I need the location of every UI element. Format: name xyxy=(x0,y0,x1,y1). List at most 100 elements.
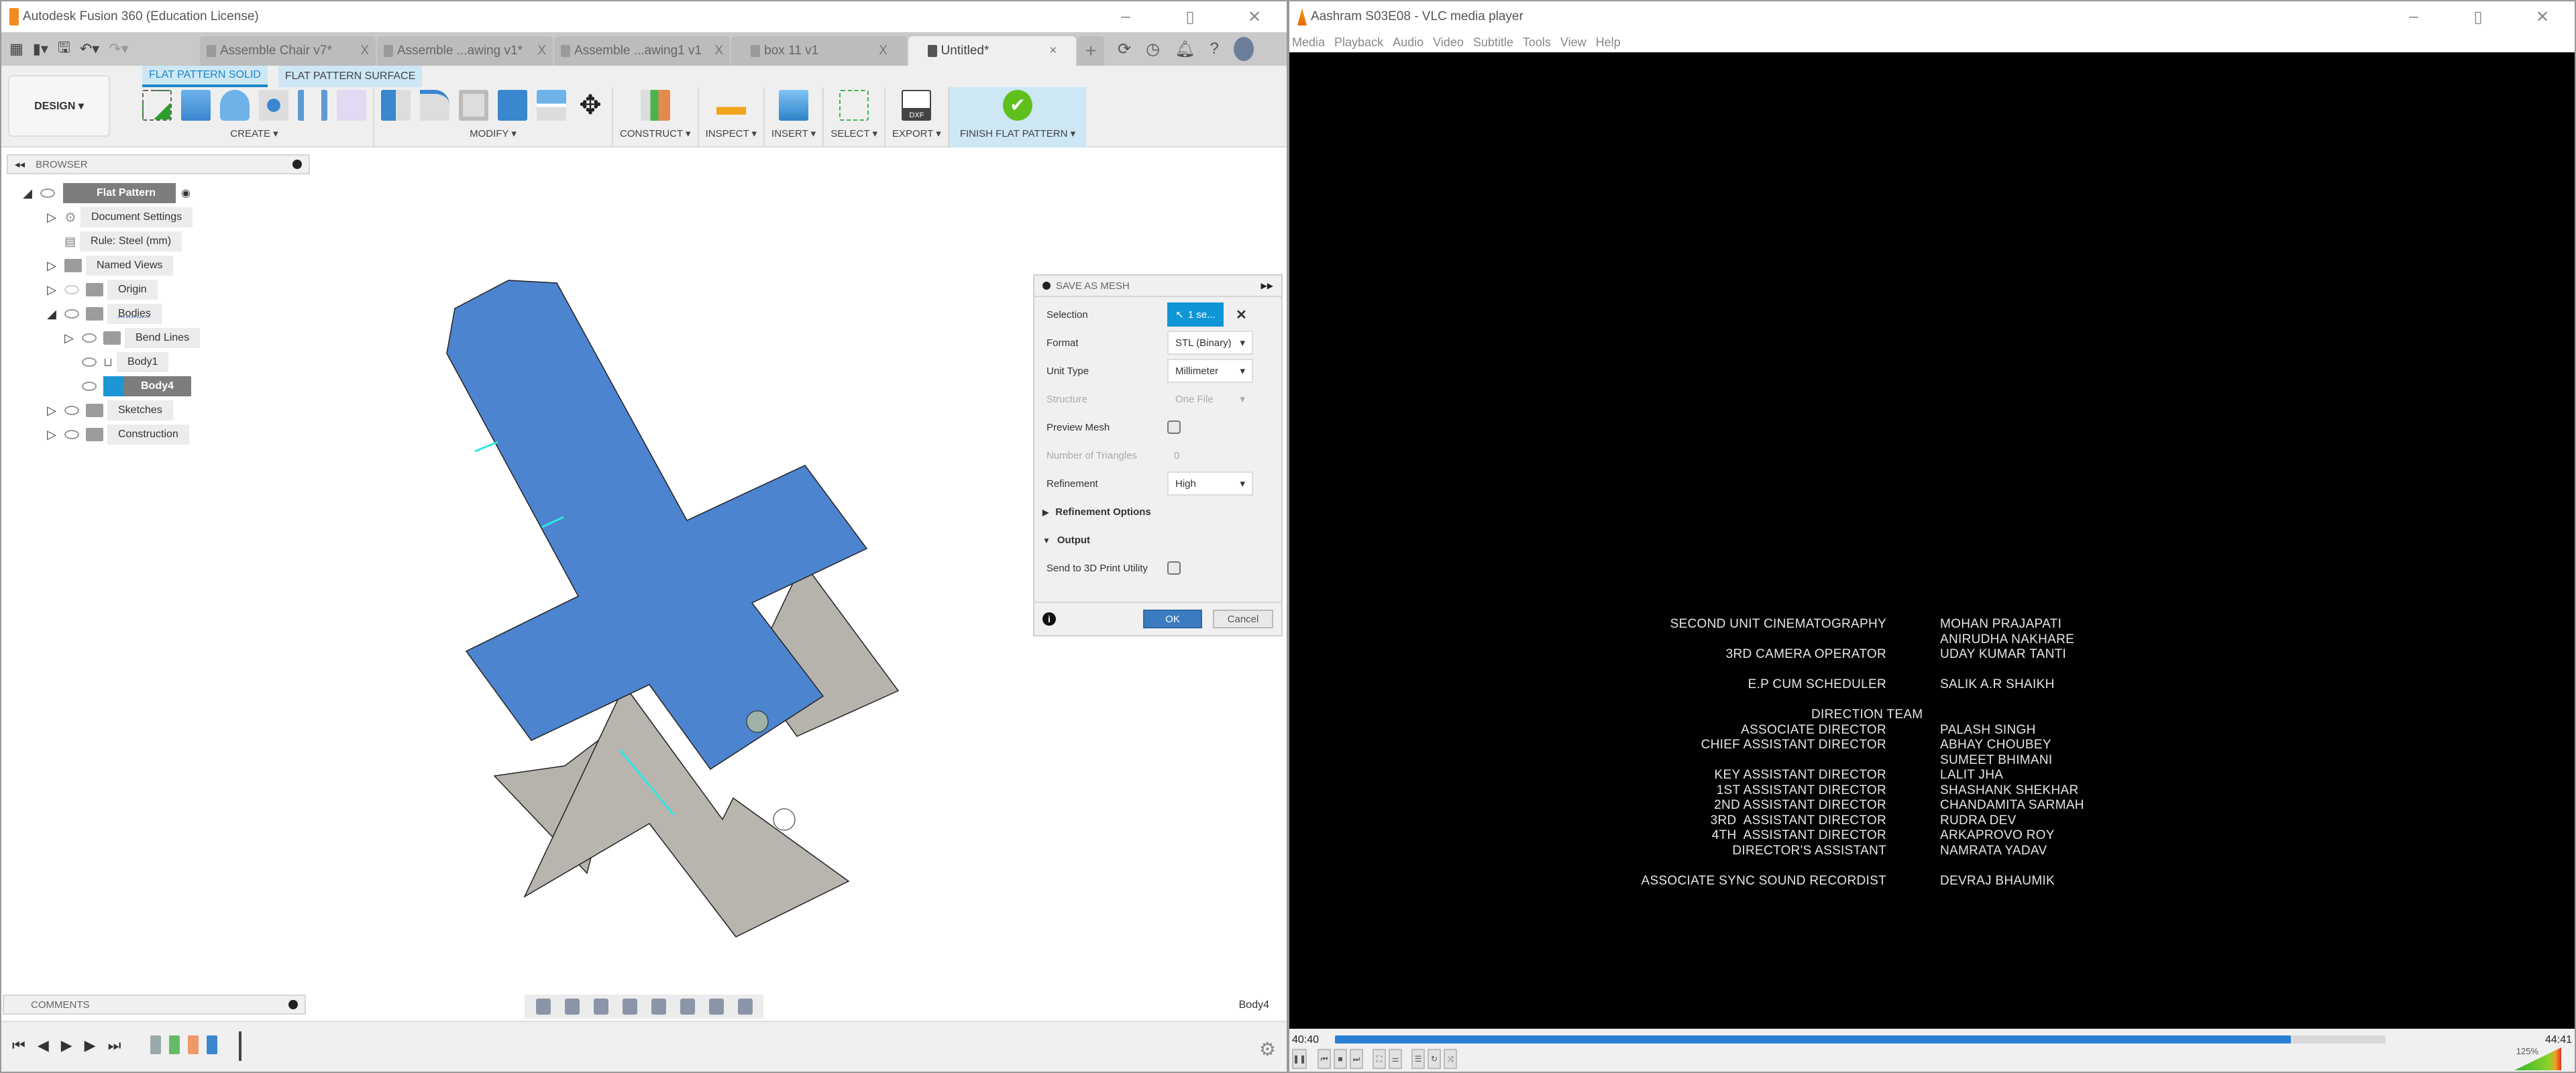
expand-toggle-icon[interactable]: ◢ xyxy=(46,307,58,321)
viewports-icon[interactable] xyxy=(737,999,753,1015)
menu-playback[interactable]: Playback xyxy=(1334,36,1383,50)
dialog-minimize-icon[interactable] xyxy=(1042,282,1051,290)
tab-close-icon[interactable]: × xyxy=(1049,44,1057,58)
next-button[interactable]: ⏭ xyxy=(1350,1049,1363,1069)
close-button[interactable]: ✕ xyxy=(2510,7,2575,27)
revolve-icon[interactable] xyxy=(220,90,250,121)
save-icon[interactable]: 🖫 xyxy=(58,36,70,62)
clear-selection-icon[interactable]: ✕ xyxy=(1236,306,1247,323)
fullscreen-button[interactable]: ⛶ xyxy=(1373,1049,1386,1069)
fit-zoom-icon[interactable] xyxy=(651,999,666,1015)
construct-menu[interactable]: CONSTRUCT ▾ xyxy=(620,127,691,139)
look-at-icon[interactable] xyxy=(564,999,580,1015)
pan-hand-icon[interactable] xyxy=(593,999,608,1015)
expand-toggle-icon[interactable]: ▷ xyxy=(63,331,75,345)
design-workspace-button[interactable]: DESIGN ▾ xyxy=(8,75,110,137)
doc-tab-active[interactable]: Untitled* × xyxy=(908,36,1076,66)
visibility-eye-icon[interactable] xyxy=(82,333,97,343)
expand-toggle-icon[interactable]: ▷ xyxy=(46,404,58,418)
timeline-settings-gear-icon[interactable]: ⚙ xyxy=(1259,1038,1276,1060)
output-section[interactable]: ▼ Output xyxy=(1042,534,1090,546)
pattern-icon[interactable] xyxy=(298,90,327,121)
shuffle-button[interactable]: ⤨ xyxy=(1444,1049,1457,1069)
data-panel-grid-icon[interactable]: ▦ xyxy=(9,40,23,58)
export-dxf-icon[interactable]: DXF xyxy=(902,90,932,121)
unit-type-select[interactable]: Millimeter ▾ xyxy=(1167,359,1253,383)
create-sketch-icon[interactable] xyxy=(142,90,172,121)
maximize-button[interactable]: ▯ xyxy=(1158,7,1222,27)
tab-flat-pattern-surface[interactable]: FLAT PATTERN SURFACE xyxy=(278,66,423,87)
ok-button[interactable]: OK xyxy=(1143,610,1202,628)
comments-panel-header[interactable]: COMMENTS xyxy=(3,995,306,1015)
tree-item-flat-pattern[interactable]: ◢ Flat Pattern ◉ xyxy=(21,181,200,205)
doc-tab[interactable]: box 11 v1 X xyxy=(731,36,907,66)
menu-help[interactable]: Help xyxy=(1596,36,1621,50)
tree-item-origin[interactable]: ▷ Origin xyxy=(21,278,200,302)
close-button[interactable]: ✕ xyxy=(1222,7,1287,27)
menu-media[interactable]: Media xyxy=(1292,36,1325,50)
notifications-bell-icon[interactable]: 🔔︎ xyxy=(1175,40,1195,59)
doc-tab[interactable]: Assemble Chair v7* X xyxy=(200,36,376,66)
expand-toggle-icon[interactable]: ▷ xyxy=(46,428,58,442)
tab-close-icon[interactable]: X xyxy=(879,44,888,58)
timeline-feature-icon[interactable] xyxy=(169,1035,180,1054)
help-icon[interactable]: ? xyxy=(1210,40,1219,58)
menu-audio[interactable]: Audio xyxy=(1393,36,1424,50)
menu-tools[interactable]: Tools xyxy=(1523,36,1551,50)
visibility-eye-icon[interactable] xyxy=(82,357,97,367)
tab-close-icon[interactable]: X xyxy=(360,44,369,58)
cancel-button[interactable]: Cancel xyxy=(1213,610,1273,628)
timeline-feature-icon[interactable] xyxy=(207,1035,217,1054)
split-body-icon[interactable] xyxy=(537,90,566,121)
previous-button[interactable]: ⏮ xyxy=(1318,1049,1331,1069)
preview-mesh-checkbox[interactable] xyxy=(1167,420,1181,434)
hole-icon[interactable] xyxy=(259,90,288,121)
create-form-icon[interactable] xyxy=(337,90,366,121)
refinement-select[interactable]: High ▾ xyxy=(1167,471,1253,496)
select-menu[interactable]: SELECT ▾ xyxy=(830,127,877,139)
refinement-options-section[interactable]: ▶ Refinement Options xyxy=(1042,506,1151,518)
timeline-marker[interactable] xyxy=(239,1031,241,1061)
dialog-expand-icon[interactable]: ▶▶ xyxy=(1261,281,1273,290)
extended-settings-button[interactable]: ⚌ xyxy=(1389,1049,1402,1069)
new-tab-button[interactable]: + xyxy=(1077,36,1104,66)
tree-item-document-settings[interactable]: ▷ ⚙ Document Settings xyxy=(21,205,200,229)
modify-menu[interactable]: MODIFY ▾ xyxy=(470,127,517,139)
expand-toggle-icon[interactable]: ▷ xyxy=(46,259,58,273)
minimize-button[interactable]: – xyxy=(1093,7,1158,26)
tree-item-construction[interactable]: ▷ Construction xyxy=(21,422,200,447)
redo-icon[interactable]: ↷▾ xyxy=(109,40,128,58)
play-icon[interactable]: ▶ xyxy=(61,1037,72,1054)
zoom-icon[interactable] xyxy=(622,999,637,1015)
pause-button[interactable]: ❚❚ xyxy=(1292,1049,1307,1069)
user-avatar[interactable] xyxy=(1233,37,1254,61)
loop-button[interactable]: ↻ xyxy=(1428,1049,1441,1069)
send-3d-print-checkbox[interactable] xyxy=(1167,561,1181,575)
visibility-eye-icon[interactable] xyxy=(64,406,79,415)
create-menu[interactable]: CREATE ▾ xyxy=(230,127,278,139)
fillet-icon[interactable] xyxy=(420,90,449,121)
orbit-icon[interactable] xyxy=(535,999,551,1015)
tree-item-body4[interactable]: Body4 xyxy=(21,374,200,398)
doc-tab[interactable]: Assemble ...awing v1* X xyxy=(377,36,553,66)
tree-item-sketches[interactable]: ▷ Sketches xyxy=(21,398,200,422)
grid-settings-icon[interactable] xyxy=(708,999,724,1015)
visibility-eye-icon[interactable] xyxy=(82,382,97,391)
tab-close-icon[interactable]: X xyxy=(537,44,546,58)
insert-menu[interactable]: INSERT ▾ xyxy=(771,127,816,139)
press-pull-icon[interactable] xyxy=(381,90,411,121)
playlist-button[interactable]: ☰ xyxy=(1411,1049,1425,1069)
dialog-header[interactable]: SAVE AS MESH ▶▶ xyxy=(1034,276,1281,297)
measure-icon[interactable] xyxy=(716,90,746,121)
offset-plane-icon[interactable] xyxy=(640,90,670,121)
selection-button[interactable]: ↖ 1 se... xyxy=(1167,302,1224,327)
menu-video[interactable]: Video xyxy=(1433,36,1464,50)
tree-item-named-views[interactable]: ▷ Named Views xyxy=(21,253,200,278)
visibility-eye-icon[interactable] xyxy=(64,430,79,439)
expand-toggle-icon[interactable]: ▷ xyxy=(46,211,58,225)
format-select[interactable]: STL (Binary) ▾ xyxy=(1167,331,1253,355)
tree-item-body1[interactable]: ⊔ Body1 xyxy=(21,350,200,374)
comments-expand-icon[interactable] xyxy=(288,1000,298,1009)
timeline-feature-icon[interactable] xyxy=(188,1035,199,1054)
browser-minimize-icon[interactable] xyxy=(292,160,302,169)
